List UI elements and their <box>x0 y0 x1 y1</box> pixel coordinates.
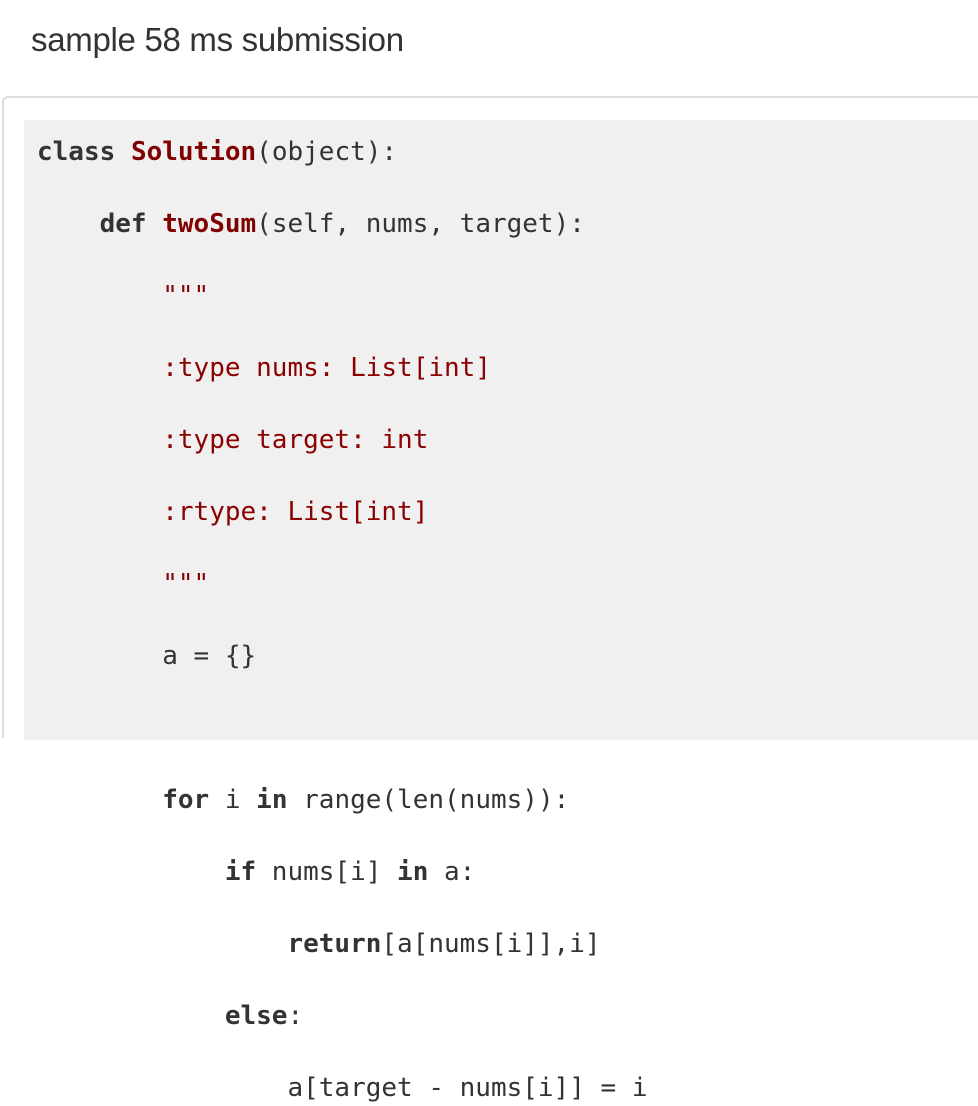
submission-panel: class Solution(object): def twoSum(self,… <box>2 96 978 1103</box>
code-block: class Solution(object): def twoSum(self,… <box>24 120 978 1103</box>
code-line-5: :type target: int <box>37 422 647 458</box>
code-line-6: :rtype: List[int] <box>37 494 647 530</box>
keyword: in <box>256 785 288 815</box>
code-line-10: for i in range(len(nums)): <box>37 782 647 818</box>
code-line-13: else: <box>37 998 647 1034</box>
code-text: range(len(nums)): <box>287 785 570 815</box>
keyword: def <box>99 209 147 239</box>
code-line-2: def twoSum(self, nums, target): <box>37 206 647 242</box>
code-line-1: class Solution(object): <box>37 134 647 170</box>
keyword: return <box>287 929 382 959</box>
code-text: : <box>287 1001 304 1031</box>
function-name: twoSum <box>162 209 257 239</box>
keyword: for <box>162 785 210 815</box>
code-line-4: :type nums: List[int] <box>37 350 647 386</box>
code-listing: class Solution(object): def twoSum(self,… <box>37 134 647 1106</box>
code-line-14: a[target - nums[i]] = i <box>37 1070 647 1106</box>
docstring: """ <box>162 569 210 599</box>
page-title: sample 58 ms submission <box>31 21 404 58</box>
code-line-12: return[a[nums[i]],i] <box>37 926 647 962</box>
code-line-11: if nums[i] in a: <box>37 854 647 890</box>
docstring: :type target: int <box>162 425 429 455</box>
code-text: (object): <box>256 137 398 167</box>
code-text: [a[nums[i]],i] <box>381 929 601 959</box>
keyword: class <box>37 137 116 167</box>
page-header: sample 58 ms submission <box>0 0 978 96</box>
code-text: (self, nums, target): <box>256 209 585 239</box>
docstring: """ <box>162 281 210 311</box>
docstring: :type nums: List[int] <box>162 353 491 383</box>
code-text: i <box>209 785 257 815</box>
code-line-8: a = {} <box>37 638 647 674</box>
code-text: nums[i] <box>256 857 398 887</box>
code-text: a: <box>428 857 476 887</box>
code-line-3: """ <box>37 278 647 314</box>
code-text: a[target - nums[i]] = i <box>287 1073 648 1103</box>
keyword: in <box>397 857 429 887</box>
class-name: Solution <box>130 137 257 167</box>
keyword: if <box>224 857 257 887</box>
keyword: else <box>224 1001 288 1031</box>
code-text: a = {} <box>162 641 257 671</box>
code-line-7: """ <box>37 566 647 602</box>
docstring: :rtype: List[int] <box>162 497 429 527</box>
